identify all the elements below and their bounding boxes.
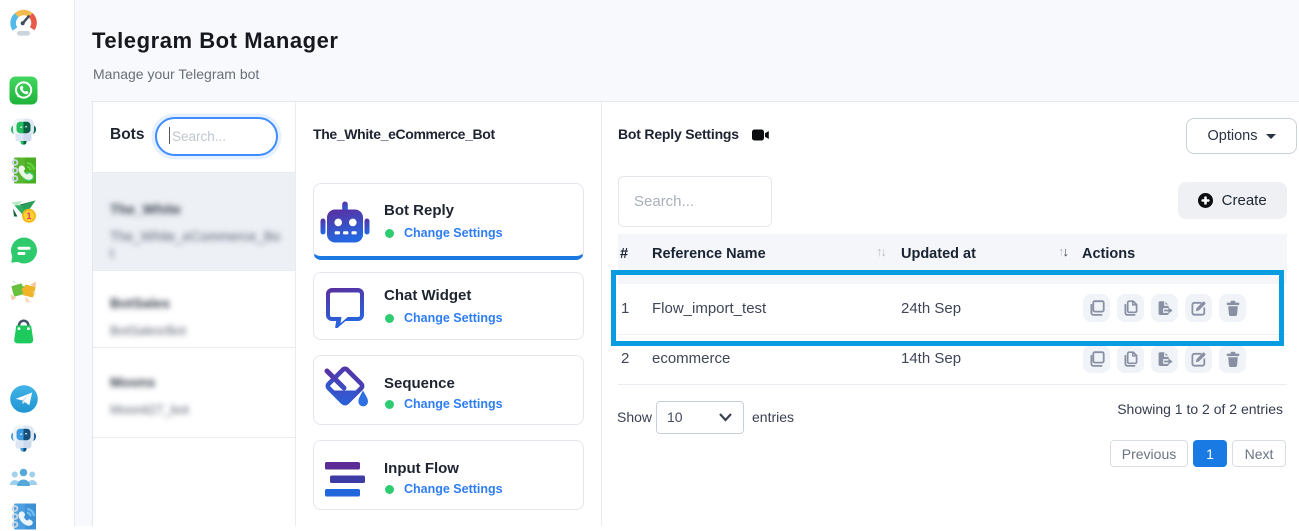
svg-text:1: 1 bbox=[26, 211, 31, 221]
